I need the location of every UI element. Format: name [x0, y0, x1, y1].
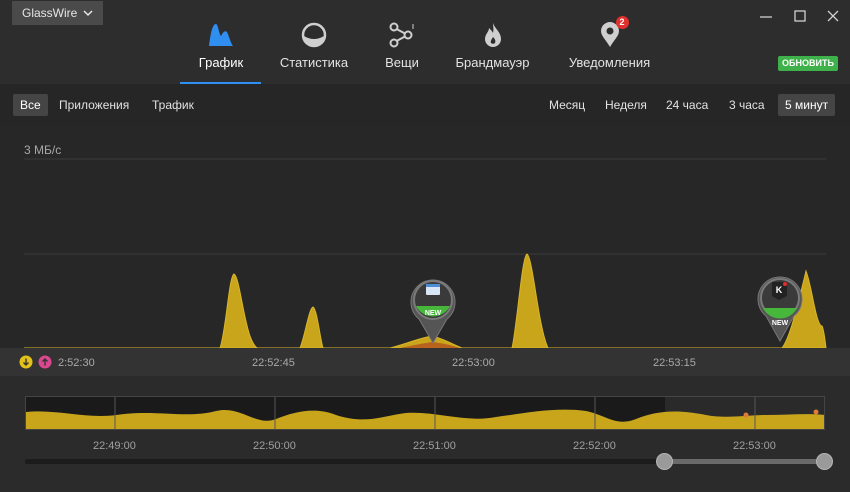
- tab-stats[interactable]: Статистика: [279, 20, 349, 70]
- app-menu-button[interactable]: GlassWire: [12, 1, 104, 25]
- close-icon: [827, 10, 839, 22]
- traffic-graph-canvas: NEW K NEW: [24, 158, 827, 348]
- range-5min[interactable]: 5 минут: [778, 94, 836, 116]
- tab-graph-label: График: [198, 55, 244, 70]
- svg-text:K: K: [776, 285, 783, 295]
- app-menu-label: GlassWire: [22, 6, 78, 20]
- graph-time-axis: [0, 348, 850, 376]
- maximize-button[interactable]: [792, 8, 808, 24]
- map-pin-icon: 2: [595, 16, 629, 50]
- range-24h[interactable]: 24 часа: [659, 94, 715, 116]
- tab-firewall[interactable]: Брандмауэр: [455, 20, 530, 70]
- timeline-event-dot[interactable]: [743, 412, 749, 418]
- range-slider-selection[interactable]: [664, 459, 825, 464]
- minimize-button[interactable]: [758, 8, 774, 24]
- tab-things-label: Вещи: [385, 55, 419, 70]
- time-tick: 22:52:45: [252, 357, 295, 369]
- tab-stats-label: Статистика: [279, 55, 349, 70]
- close-button[interactable]: [825, 8, 841, 24]
- timeline-tick: 22:53:00: [733, 440, 776, 452]
- filter-apps[interactable]: Приложения: [52, 94, 136, 116]
- marker-new-label-2: NEW: [772, 320, 789, 327]
- timeline-overview[interactable]: [25, 396, 825, 430]
- range-3h[interactable]: 3 часа: [722, 94, 772, 116]
- tab-things[interactable]: Вещи: [384, 20, 420, 70]
- time-tick: 2:52:30: [58, 357, 95, 369]
- time-tick: 22:53:00: [452, 357, 495, 369]
- network-nodes-icon: [387, 20, 417, 50]
- top-bar: [0, 0, 850, 84]
- time-tick: 22:53:15: [653, 357, 696, 369]
- minimize-icon: [760, 16, 772, 18]
- timeline-event-dot[interactable]: [813, 409, 819, 415]
- filter-all[interactable]: Все: [13, 94, 48, 116]
- timeline-tick: 22:50:00: [253, 440, 296, 452]
- graph-icon: [206, 20, 236, 50]
- marker-new-label: NEW: [425, 310, 442, 317]
- timeline-chart: [26, 397, 824, 429]
- range-week[interactable]: Неделя: [598, 94, 654, 116]
- filter-traffic[interactable]: Трафик: [145, 94, 201, 116]
- timeline-tick: 22:52:00: [573, 440, 616, 452]
- chevron-down-icon: [83, 10, 93, 17]
- stats-icon: [299, 20, 329, 50]
- tab-alerts-label: Уведомления: [568, 55, 651, 70]
- new-app-marker[interactable]: NEW: [410, 279, 456, 344]
- flame-icon: [478, 20, 508, 50]
- range-slider-end-handle[interactable]: [816, 453, 833, 470]
- timeline-tick: 22:51:00: [413, 440, 456, 452]
- timeline-tick: 22:49:00: [93, 440, 136, 452]
- update-button[interactable]: ОБНОВИТЬ: [778, 56, 838, 71]
- range-month[interactable]: Месяц: [542, 94, 592, 116]
- tab-firewall-label: Брандмауэр: [455, 55, 530, 70]
- download-icon[interactable]: [19, 355, 33, 369]
- maximize-icon: [794, 10, 806, 22]
- tab-graph[interactable]: График: [196, 20, 246, 70]
- tab-alerts[interactable]: 2 Уведомления: [567, 16, 652, 70]
- alerts-count-badge: 2: [615, 16, 629, 29]
- range-slider-start-handle[interactable]: [656, 453, 673, 470]
- upload-icon[interactable]: [38, 355, 52, 369]
